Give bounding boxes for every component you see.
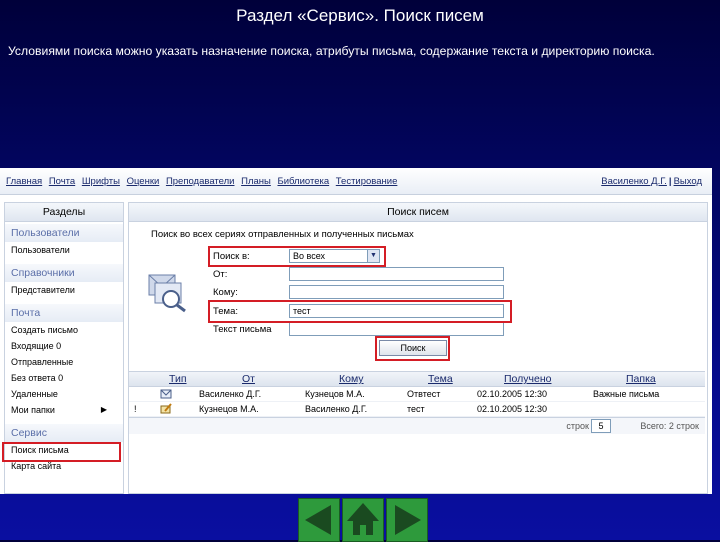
app-screenshot: Главная Почта Шрифты Оценки Преподавател… <box>0 168 712 494</box>
sidebar-item-inbox[interactable]: Входящие 0 <box>5 338 123 354</box>
sidebar-item-deleted[interactable]: Удаленные <box>5 386 123 402</box>
column-folder[interactable]: Папка <box>626 373 656 385</box>
nav-link-mail[interactable]: Почта <box>49 176 75 187</box>
text-label: Текст письма <box>213 324 272 335</box>
highlight-subject <box>208 300 512 323</box>
letter-icon <box>160 389 172 399</box>
home-button[interactable] <box>342 498 384 542</box>
row-to: Василенко Д.Г. <box>305 404 368 414</box>
table-row[interactable]: ! Кузнецов М.А. Василенко Д.Г. тест 02.1… <box>129 402 705 417</box>
to-label: Кому: <box>213 287 238 298</box>
search-letters-icon <box>148 274 186 313</box>
sidebar-section-mail: Почта <box>5 304 123 322</box>
previous-button[interactable] <box>298 498 340 542</box>
logout-link[interactable]: Выход <box>674 176 702 187</box>
column-type[interactable]: Тип <box>169 373 187 385</box>
slide-description: Условиями поиска можно указать назначени… <box>8 44 655 58</box>
rows-label: строк <box>566 421 589 431</box>
nav-link-fonts[interactable]: Шрифты <box>82 176 120 187</box>
home-icon <box>347 503 379 535</box>
row-from: Кузнецов М.А. <box>199 404 259 414</box>
main-panel: Поиск писем Поиск во всех сериях отправл… <box>128 202 708 494</box>
letter-pen-icon <box>160 403 172 414</box>
to-field[interactable] <box>289 285 504 299</box>
slide-navigation <box>298 496 428 542</box>
from-field[interactable] <box>289 267 504 281</box>
rows-per-page-input[interactable]: 5 <box>591 419 611 433</box>
nav-link-library[interactable]: Библиотека <box>277 176 329 187</box>
user-name-link[interactable]: Василенко Д.Г. <box>601 176 667 187</box>
nav-link-plans[interactable]: Планы <box>241 176 271 187</box>
highlight-search-in <box>208 246 386 267</box>
sidebar-item-unanswered[interactable]: Без ответа 0 <box>5 370 123 386</box>
highlight-search-letters <box>2 442 121 462</box>
sidebar-item-my-folders[interactable]: Мои папки ▶ <box>5 402 123 418</box>
row-received: 02.10.2005 12:30 <box>477 404 548 414</box>
sidebar-item-representatives[interactable]: Представители <box>5 282 123 298</box>
chevron-right-icon: ▶ <box>100 405 107 414</box>
top-navigation: Главная Почта Шрифты Оценки Преподавател… <box>0 168 712 195</box>
sidebar-item-sent[interactable]: Отправленные <box>5 354 123 370</box>
total-rows-text: Всего: 2 строк <box>640 421 699 431</box>
sidebar-section-directories: Справочники <box>5 264 123 282</box>
row-received: 02.10.2005 12:30 <box>477 389 548 399</box>
row-flag: ! <box>134 404 137 414</box>
from-label: От: <box>213 269 228 280</box>
sidebar-item-create-letter[interactable]: Создать письмо <box>5 322 123 338</box>
row-from: Василенко Д.Г. <box>199 389 262 399</box>
main-title: Поиск писем <box>129 203 707 222</box>
nav-link-home[interactable]: Главная <box>6 176 42 187</box>
column-to[interactable]: Кому <box>339 373 364 385</box>
sidebar-item-users[interactable]: Пользователи <box>5 242 123 258</box>
sidebar-item-my-folders-label: Мои папки <box>11 405 55 415</box>
user-separator: | <box>668 176 672 187</box>
column-subject[interactable]: Тема <box>428 373 453 385</box>
sidebar-section-users: Пользователи <box>5 224 123 242</box>
sidebar-section-service: Сервис <box>5 424 123 442</box>
next-icon <box>395 505 421 535</box>
slide-title: Раздел «Сервис». Поиск писем <box>236 6 484 25</box>
search-intro-text: Поиск во всех сериях отправленных и полу… <box>151 229 414 240</box>
row-folder: Важные письма <box>593 389 660 399</box>
row-subject: тест <box>407 404 425 414</box>
nav-link-testing[interactable]: Тестирование <box>336 176 398 187</box>
table-header: Тип От Кому Тема Получено Папка <box>129 371 705 387</box>
row-subject: Отвтест <box>407 389 441 399</box>
row-to: Кузнецов М.А. <box>305 389 365 399</box>
text-field[interactable] <box>289 322 504 336</box>
sidebar-title: Разделы <box>5 203 123 222</box>
column-received[interactable]: Получено <box>504 373 551 385</box>
table-row[interactable]: Василенко Д.Г. Кузнецов М.А. Отвтест 02.… <box>129 387 705 402</box>
nav-link-grades[interactable]: Оценки <box>127 176 160 187</box>
column-from[interactable]: От <box>242 373 255 385</box>
previous-icon <box>305 505 331 535</box>
results-table: Тип От Кому Тема Получено Папка Василенк… <box>129 371 705 417</box>
next-button[interactable] <box>386 498 428 542</box>
nav-link-teachers[interactable]: Преподаватели <box>166 176 235 187</box>
table-pager: строк 5 Всего: 2 строк <box>129 417 705 434</box>
highlight-search-button <box>375 336 450 361</box>
